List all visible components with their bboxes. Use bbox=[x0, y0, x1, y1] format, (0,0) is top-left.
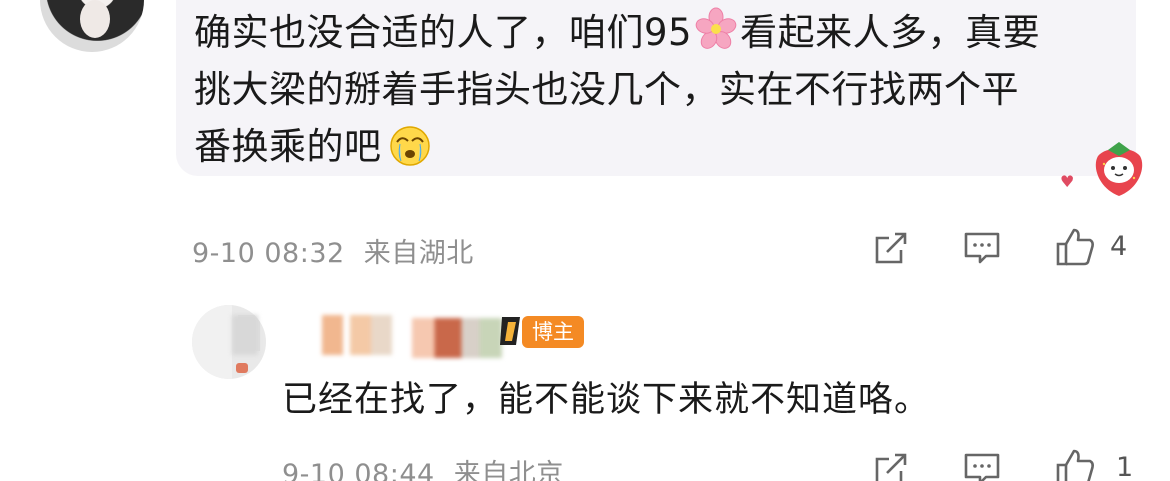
avatar-face bbox=[80, 0, 110, 38]
reply-time: 9-10 08:44 bbox=[282, 459, 435, 481]
comment-location: 来自湖北 bbox=[363, 238, 474, 269]
comment-line-3: 番换乘的吧 bbox=[194, 118, 1124, 175]
blurred-username-part bbox=[412, 318, 502, 358]
comment-meta: 9-10 08:32 来自湖北 bbox=[192, 231, 474, 270]
comment-line-1-part-b: 看起来人多，真要 bbox=[740, 11, 1041, 54]
comment-line-1: 确实也没合适的人了，咱们95 看起来人多，真要 bbox=[194, 4, 1124, 61]
comment-icon[interactable] bbox=[962, 449, 1002, 481]
blurred-username-part bbox=[232, 315, 258, 355]
comment-icon[interactable] bbox=[962, 228, 1002, 268]
share-icon[interactable] bbox=[871, 449, 911, 481]
reply-like-count: 1 bbox=[1116, 452, 1134, 481]
comment-line-2: 挑大梁的掰着手指头也没几个，实在不行找两个平 bbox=[194, 68, 1019, 111]
reply-location: 来自北京 bbox=[453, 459, 564, 481]
strawberry-sticker-icon[interactable] bbox=[1088, 138, 1150, 200]
vip-icon bbox=[498, 313, 524, 349]
heart-icon: ♥ bbox=[1060, 172, 1075, 191]
avatar[interactable] bbox=[40, 0, 144, 52]
reply-text: 已经在找了，能不能谈下来就不知道咯。 bbox=[282, 380, 931, 420]
blurred-username-part bbox=[322, 315, 392, 355]
like-icon[interactable] bbox=[1054, 447, 1094, 481]
like-icon[interactable] bbox=[1054, 226, 1094, 266]
comment-like-count: 4 bbox=[1110, 231, 1128, 262]
comment-time: 9-10 08:32 bbox=[192, 238, 345, 269]
cherry-blossom-icon bbox=[694, 7, 738, 51]
reply-meta: 9-10 08:44 来自北京 bbox=[282, 452, 564, 481]
author-badge: 博主 bbox=[522, 316, 584, 348]
comment-line-1-part-a: 确实也没合适的人了，咱们95 bbox=[194, 11, 693, 54]
comment-line-3-text: 番换乘的吧 bbox=[194, 125, 382, 168]
crying-face-icon bbox=[388, 123, 432, 167]
share-icon[interactable] bbox=[871, 228, 911, 268]
comment-text: 确实也没合适的人了，咱们95 看起来人多，真要 挑大梁的掰着手指头也没几个，实在… bbox=[194, 4, 1124, 175]
